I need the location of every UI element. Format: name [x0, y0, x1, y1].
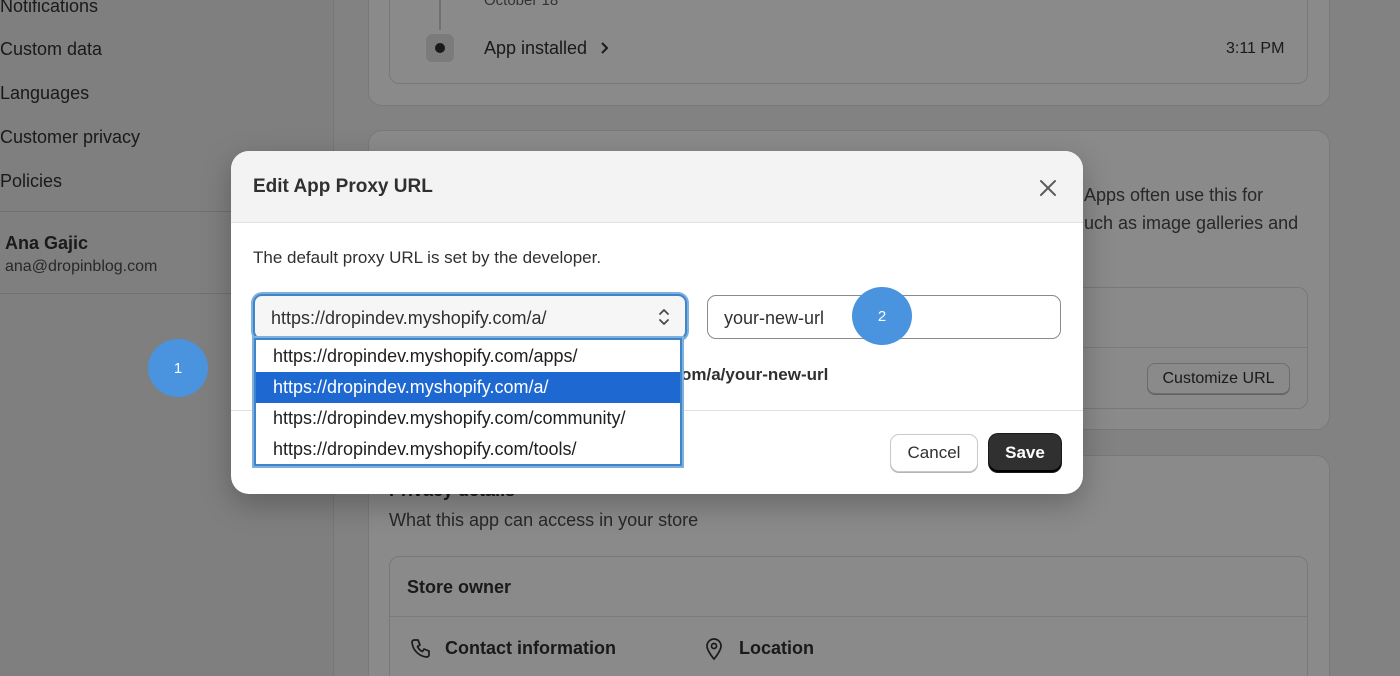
modal-header: Edit App Proxy URL [231, 151, 1083, 223]
step-badge-2: 2 [852, 287, 912, 345]
dropdown-option-community[interactable]: https://dropindev.myshopify.com/communit… [256, 403, 680, 434]
select-arrows-icon [659, 309, 669, 325]
proxy-prefix-select[interactable]: https://dropindev.myshopify.com/a/ [253, 294, 687, 340]
dropdown-option-tools[interactable]: https://dropindev.myshopify.com/tools/ [256, 434, 680, 465]
dropdown-option-apps[interactable]: https://dropindev.myshopify.com/apps/ [256, 341, 680, 372]
dropdown-option-a[interactable]: https://dropindev.myshopify.com/a/ [256, 372, 680, 403]
step-badge-1: 1 [148, 339, 208, 397]
modal-title: Edit App Proxy URL [253, 176, 433, 197]
proxy-url-preview: om/a/your-new-url [681, 365, 829, 384]
select-value: https://dropindev.myshopify.com/a/ [271, 308, 547, 328]
input-value: your-new-url [724, 308, 825, 328]
modal-description: The default proxy URL is set by the deve… [253, 248, 602, 267]
close-button[interactable] [1033, 173, 1063, 203]
close-icon [1040, 180, 1056, 196]
proxy-prefix-dropdown: https://dropindev.myshopify.com/apps/ ht… [254, 338, 682, 466]
save-button[interactable]: Save [989, 434, 1061, 472]
cancel-button[interactable]: Cancel [890, 434, 978, 472]
